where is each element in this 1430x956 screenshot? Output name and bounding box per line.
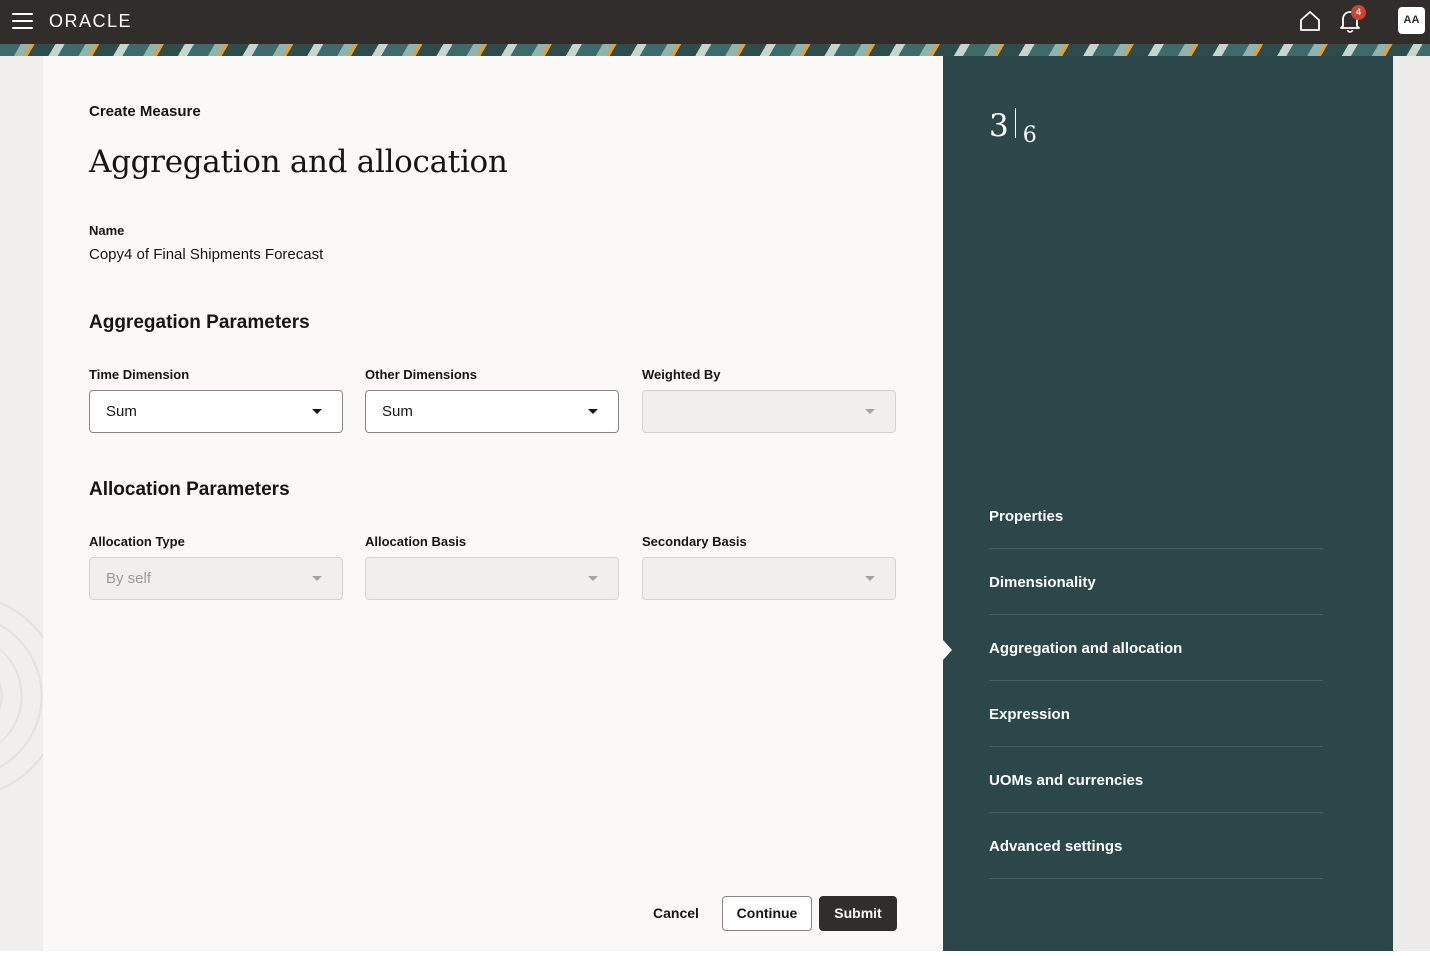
step-label: Aggregation and allocation bbox=[989, 640, 1183, 657]
allocation-type-select: By self bbox=[89, 557, 343, 600]
secondary-basis-select bbox=[642, 557, 896, 600]
submit-button[interactable]: Submit bbox=[819, 896, 897, 931]
chevron-down-icon bbox=[588, 576, 598, 581]
weighted-by-select bbox=[642, 390, 896, 433]
main-form-card: Create Measure Aggregation and allocatio… bbox=[43, 56, 943, 951]
step-expression[interactable]: Expression bbox=[989, 681, 1323, 747]
chevron-down-icon bbox=[312, 409, 322, 414]
chevron-down-icon bbox=[865, 576, 875, 581]
name-value: Copy4 of Final Shipments Forecast bbox=[89, 246, 324, 263]
user-avatar[interactable]: AA bbox=[1398, 7, 1425, 34]
bottom-strip bbox=[0, 951, 1430, 956]
name-label: Name bbox=[89, 223, 125, 238]
step-label: Dimensionality bbox=[989, 574, 1096, 591]
allocation-type-label: Allocation Type bbox=[89, 534, 185, 549]
allocation-basis-label: Allocation Basis bbox=[365, 534, 467, 549]
step-aggregation-and-allocation[interactable]: Aggregation and allocation bbox=[989, 615, 1323, 681]
continue-button[interactable]: Continue bbox=[722, 896, 812, 931]
allocation-type-value: By self bbox=[106, 570, 152, 587]
allocation-basis-select bbox=[365, 557, 619, 600]
decorative-banner bbox=[0, 44, 1430, 56]
breadcrumb: Create Measure bbox=[89, 103, 201, 120]
other-dimensions-label: Other Dimensions bbox=[365, 367, 477, 382]
step-label: Expression bbox=[989, 706, 1070, 723]
cancel-button[interactable]: Cancel bbox=[644, 896, 708, 931]
step-list: Properties Dimensionality Aggregation an… bbox=[943, 483, 1323, 879]
step-label: Advanced settings bbox=[989, 838, 1123, 855]
weighted-by-label: Weighted By bbox=[642, 367, 721, 382]
allocation-parameters-title: Allocation Parameters bbox=[89, 479, 290, 500]
step-counter: 36 bbox=[989, 108, 1037, 148]
other-dimensions-select[interactable]: Sum bbox=[365, 390, 619, 433]
step-label: Properties bbox=[989, 508, 1064, 525]
step-label: UOMs and currencies bbox=[989, 772, 1144, 789]
step-advanced-settings[interactable]: Advanced settings bbox=[989, 813, 1323, 879]
home-icon[interactable] bbox=[1298, 9, 1322, 33]
step-properties[interactable]: Properties bbox=[989, 483, 1323, 549]
chevron-down-icon bbox=[312, 576, 322, 581]
background-texture-right bbox=[1393, 56, 1430, 956]
app-header: ORACLE 4 AA bbox=[0, 0, 1430, 44]
oracle-logo[interactable]: ORACLE bbox=[49, 11, 132, 32]
step-uoms-and-currencies[interactable]: UOMs and currencies bbox=[989, 747, 1323, 813]
secondary-basis-label: Secondary Basis bbox=[642, 534, 747, 549]
time-dimension-value: Sum bbox=[106, 403, 137, 420]
page-title: Aggregation and allocation bbox=[89, 144, 508, 180]
step-separator bbox=[1014, 108, 1016, 138]
hamburger-menu-icon[interactable] bbox=[12, 13, 33, 29]
step-dimensionality[interactable]: Dimensionality bbox=[989, 549, 1323, 615]
aggregation-parameters-title: Aggregation Parameters bbox=[89, 312, 310, 333]
time-dimension-label: Time Dimension bbox=[89, 367, 190, 382]
background-texture-left bbox=[0, 56, 43, 956]
time-dimension-select[interactable]: Sum bbox=[89, 390, 343, 433]
step-navigation-panel: 36 Properties Dimensionality Aggregation… bbox=[943, 56, 1393, 951]
active-step-pointer bbox=[943, 640, 952, 660]
step-current: 3 bbox=[989, 108, 1009, 144]
chevron-down-icon bbox=[588, 409, 598, 414]
notification-count-badge: 4 bbox=[1351, 5, 1366, 20]
chevron-down-icon bbox=[865, 409, 875, 414]
other-dimensions-value: Sum bbox=[382, 403, 413, 420]
step-total: 6 bbox=[1022, 123, 1037, 148]
